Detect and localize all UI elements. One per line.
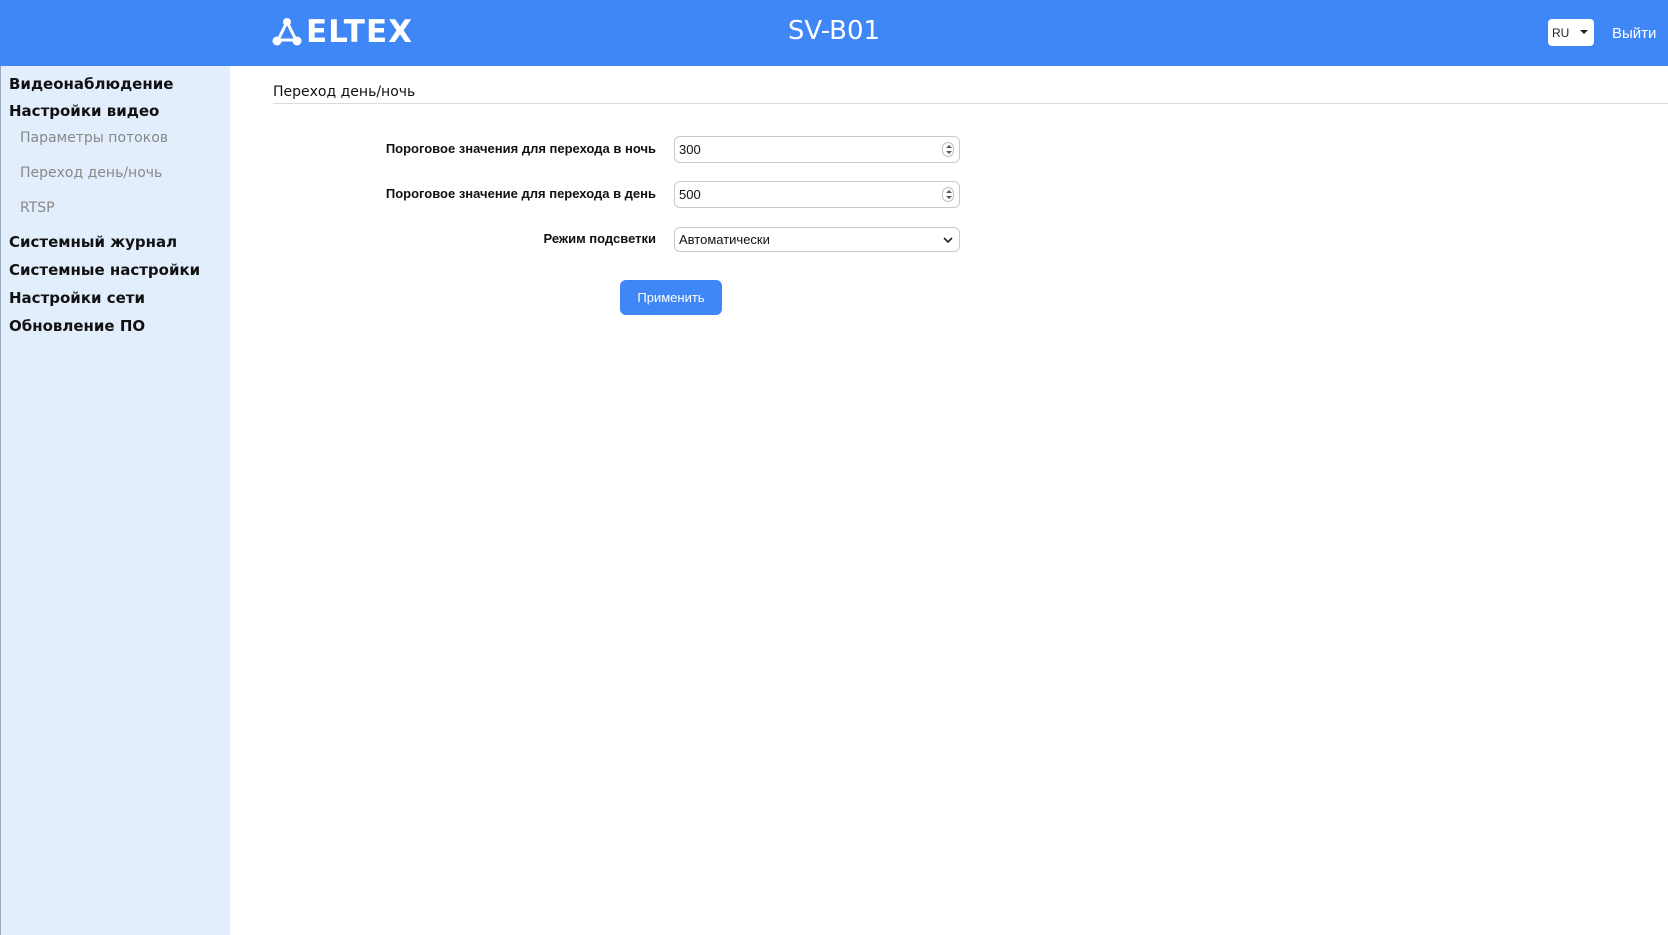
sidebar-item-firmware-update[interactable]: Обновление ПО xyxy=(9,316,145,336)
sidebar-item-system-log[interactable]: Системный журнал xyxy=(9,232,177,252)
night-threshold-input[interactable]: 300 xyxy=(674,136,960,163)
spinner-icon[interactable] xyxy=(942,187,954,202)
spinner-icon[interactable] xyxy=(942,142,954,157)
sidebar-item-system-settings[interactable]: Системные настройки xyxy=(9,260,200,280)
eltex-logo: ELTEX xyxy=(270,14,413,50)
logout-link[interactable]: Выйти xyxy=(1612,24,1656,44)
language-select[interactable]: RU xyxy=(1548,19,1594,46)
sidebar-item-rtsp[interactable]: RTSP xyxy=(20,198,55,218)
title-divider xyxy=(273,103,1668,104)
device-title: SV-B01 xyxy=(787,16,881,46)
backlight-mode-label: Режим подсветки xyxy=(543,231,656,246)
chevron-down-icon xyxy=(943,237,953,244)
sidebar: Видеонаблюдение Настройки видео Параметр… xyxy=(0,66,230,935)
backlight-mode-select[interactable]: Автоматически xyxy=(674,227,960,252)
page-title: Переход день/ночь xyxy=(273,84,416,100)
apply-button[interactable]: Применить xyxy=(620,280,722,315)
eltex-logo-icon xyxy=(272,18,302,46)
language-value: RU xyxy=(1552,25,1570,40)
top-header: ELTEX SV-B01 RU Выйти xyxy=(0,0,1668,66)
sidebar-item-video-settings[interactable]: Настройки видео xyxy=(9,101,159,121)
night-threshold-label: Пороговое значения для перехода в ночь xyxy=(385,141,656,156)
night-threshold-value: 300 xyxy=(679,142,701,157)
sidebar-item-stream-parameters[interactable]: Параметры потоков xyxy=(20,128,168,148)
day-threshold-value: 500 xyxy=(679,187,701,202)
sidebar-item-day-night[interactable]: Переход день/ночь xyxy=(20,163,162,183)
logo-text: ELTEX xyxy=(306,14,414,50)
caret-down-icon xyxy=(1580,30,1588,34)
backlight-mode-value: Автоматически xyxy=(679,232,770,247)
sidebar-item-video-surveillance[interactable]: Видеонаблюдение xyxy=(9,74,173,94)
day-threshold-input[interactable]: 500 xyxy=(674,181,960,208)
sidebar-item-network-settings[interactable]: Настройки сети xyxy=(9,288,145,308)
day-threshold-label: Пороговое значение для перехода в день xyxy=(385,186,656,201)
